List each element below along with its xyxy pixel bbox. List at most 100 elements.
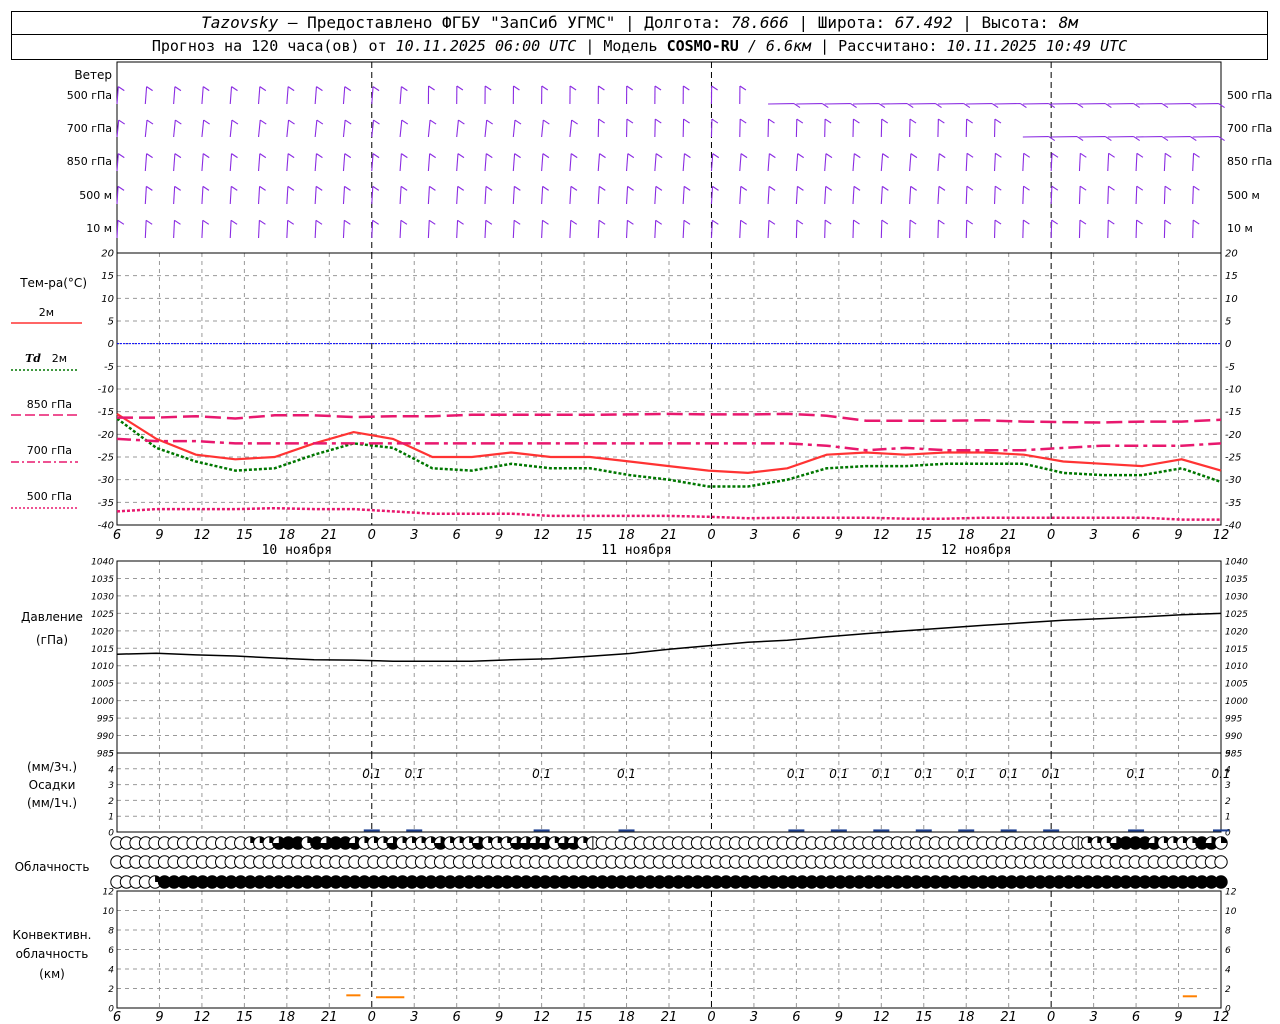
pressure-ytick-left: 1020 <box>91 627 114 637</box>
wind-barb-flag <box>1136 219 1143 225</box>
wind-barb <box>456 120 459 138</box>
wind-barb <box>229 86 233 105</box>
wind-barb-flag <box>401 153 408 159</box>
conv-ytick-left: 12 <box>103 888 115 898</box>
temp-ytick-left: 5 <box>108 317 114 328</box>
wind-barb-flag <box>485 185 493 191</box>
wind-barb-flag <box>513 219 521 225</box>
temp-ytick-left: -15 <box>98 407 114 418</box>
wind-barb-flag <box>938 118 945 124</box>
pressure-ytick-right: 1005 <box>1225 680 1248 690</box>
legend-td-prefix: Td <box>25 352 41 365</box>
wind-barb <box>993 153 996 172</box>
x-tick-conv: 18 <box>618 1010 635 1024</box>
date-label: 10 ноября <box>262 543 332 558</box>
x-tick-temp: 12 <box>533 528 550 543</box>
wind-barb-flag <box>768 219 776 225</box>
wind-barb <box>824 186 827 205</box>
wind-barb <box>541 186 544 205</box>
wind-barb-flag <box>598 219 606 225</box>
pressure-ytick-right: 1010 <box>1225 662 1248 672</box>
precip-bar <box>406 829 423 832</box>
wind-barb <box>201 120 205 138</box>
temp-ytick-right: -30 <box>1225 475 1241 486</box>
precip-ytick-right: 1 <box>1225 813 1231 823</box>
wind-barb <box>1107 220 1109 239</box>
x-tick-temp: 0 <box>707 528 715 543</box>
wind-barb <box>682 153 685 172</box>
wind-barb-flag <box>825 153 833 159</box>
wind-level-500m-left: 500 м <box>79 189 112 202</box>
x-tick-temp: 9 <box>495 528 503 543</box>
x-tick-conv: 3 <box>1089 1010 1097 1024</box>
wind-barb-flag <box>684 153 691 159</box>
wind-barb <box>993 220 996 239</box>
wind-barb-flag <box>598 118 605 124</box>
wind-barb-flag <box>513 85 520 91</box>
wind-barb-flag <box>259 86 267 92</box>
wind-barb-flag <box>514 119 522 125</box>
precip-value-label: 0.1 <box>362 767 381 781</box>
temp-ytick-right: 5 <box>1225 317 1231 328</box>
x-tick-conv: 0 <box>1047 1010 1055 1024</box>
wind-level-500hpa-left: 500 гПа <box>67 89 112 102</box>
wind-barb <box>229 120 233 138</box>
wind-barb <box>314 220 317 239</box>
wind-barb <box>795 220 798 239</box>
precip-bar <box>533 829 550 832</box>
temp-ytick-right: -20 <box>1225 430 1241 441</box>
wind-barb-flag <box>1136 185 1144 191</box>
wind-barb-flag <box>484 85 492 91</box>
wind-barb <box>597 220 600 239</box>
x-tick-temp: 18 <box>618 528 635 543</box>
precip-bar <box>363 829 380 832</box>
x-tick-conv: 21 <box>1000 1010 1017 1024</box>
temp-ytick-right: -25 <box>1225 453 1241 464</box>
wind-barb-flag <box>203 119 210 125</box>
wind-barb-flag <box>231 153 238 159</box>
wind-barb <box>399 86 402 105</box>
precip-ytick-left: 3 <box>108 781 114 791</box>
wind-barb <box>229 220 232 239</box>
wind-barb <box>342 86 346 105</box>
wind-barb <box>909 220 911 239</box>
pressure-ytick-right: 995 <box>1225 715 1242 725</box>
wind-barb-flag <box>655 219 663 225</box>
wind-barb <box>371 86 374 105</box>
precip-bar <box>618 829 635 832</box>
wind-barb <box>965 220 968 239</box>
conv-ytick-left: 10 <box>103 907 115 917</box>
x-tick-conv: 9 <box>1174 1010 1182 1024</box>
wind-barb-flag <box>655 153 663 159</box>
wind-barb-flag <box>712 219 719 225</box>
wind-barb <box>654 186 657 205</box>
wind-barb-flag <box>683 185 691 191</box>
wind-barb-flag <box>739 85 747 91</box>
wind-barb <box>399 186 402 205</box>
wind-barb <box>569 220 572 239</box>
x-tick-conv: 12 <box>533 1010 550 1024</box>
wind-barb <box>739 220 742 239</box>
precip-bar <box>788 829 805 832</box>
wind-barb <box>1163 186 1166 205</box>
wind-barb-flag <box>231 119 239 125</box>
temp-ytick-right: -15 <box>1225 407 1241 418</box>
wind-barb-flag <box>655 185 663 191</box>
legend-td2m-label: 2м <box>52 352 67 365</box>
wind-barb-flag <box>1023 219 1030 225</box>
wind-barb-flag <box>739 118 747 124</box>
precip-bar <box>1213 829 1229 832</box>
wind-barb <box>201 153 204 172</box>
wind-barb <box>541 153 544 172</box>
x-tick-temp: 12 <box>873 528 890 543</box>
wind-barb-flag <box>316 119 324 125</box>
date-label: 11 ноября <box>601 543 671 558</box>
conv-ytick-right: 10 <box>1225 907 1237 917</box>
wind-barb <box>257 86 261 105</box>
wind-barb-flag <box>853 219 860 225</box>
temp-ytick-left: -40 <box>98 521 114 532</box>
wind-barb-flag <box>117 86 125 92</box>
wind-barb-flag <box>1108 152 1115 158</box>
wind-barb-flag <box>626 118 634 124</box>
x-tick-conv: 6 <box>453 1010 461 1024</box>
